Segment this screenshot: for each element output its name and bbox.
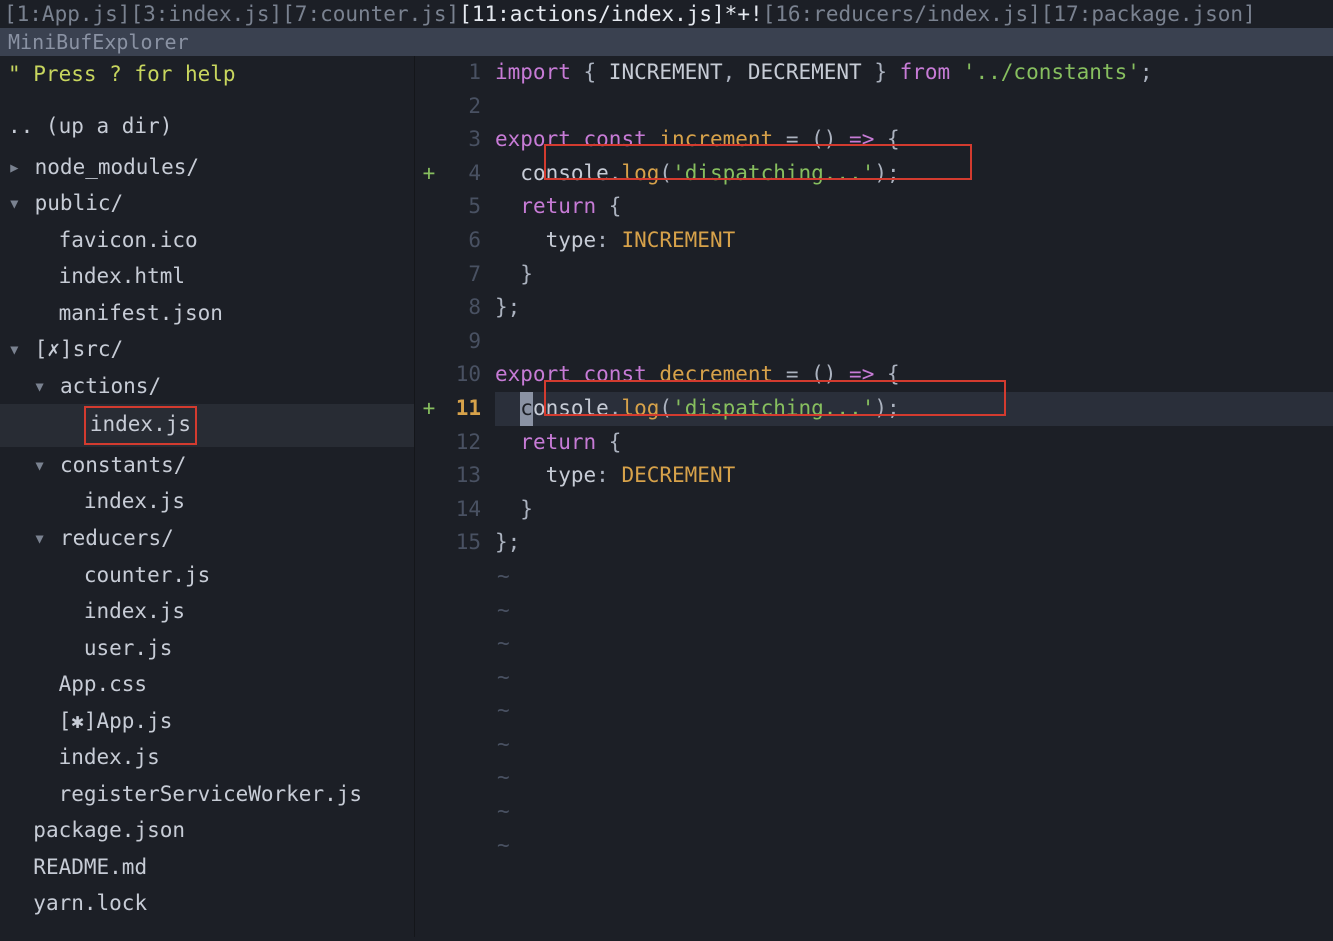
buffer-tab[interactable]: [17:package.json] [1041,2,1256,26]
tree-item[interactable]: package.json [0,812,414,849]
tree-item[interactable]: registerServiceWorker.js [0,776,414,813]
tree-item[interactable]: index.html [0,258,414,295]
tree-item[interactable]: README.md [0,849,414,886]
file-tree-panel: " Press ? for help .. (up a dir) ▸ node_m… [0,56,415,937]
tree-item[interactable]: counter.js [0,557,414,594]
code-line[interactable]: }; [495,291,1333,325]
tree-item[interactable]: [✱]App.js [0,703,414,740]
tree-item[interactable]: favicon.ico [0,222,414,259]
buffer-tabs[interactable]: [1:App.js][3:index.js][7:counter.js][11:… [0,0,1333,28]
code-line[interactable]: console.log('dispatching...'); [495,157,1333,191]
tree-item[interactable]: index.js [0,404,414,447]
code-line[interactable]: import { INCREMENT, DECREMENT } from '..… [495,56,1333,90]
tree-item[interactable]: ▾ constants/ [0,447,414,484]
tree-item[interactable]: ▾ actions/ [0,368,414,405]
code-area[interactable]: import { INCREMENT, DECREMENT } from '..… [483,56,1333,937]
line-number-gutter: 123456789101112131415 [443,56,483,937]
code-editor[interactable]: ++ 123456789101112131415 import { INCREM… [415,56,1333,937]
code-line[interactable] [495,325,1333,359]
minibuf-explorer-label: MiniBufExplorer [0,28,1333,56]
code-line[interactable]: type: INCREMENT [495,224,1333,258]
diff-gutter: ++ [415,56,443,937]
tree-item[interactable]: ▾ reducers/ [0,520,414,557]
code-line[interactable]: export const increment = () => { [495,123,1333,157]
tree-item[interactable]: ▸ node_modules/ [0,149,414,186]
code-line[interactable]: return { [495,426,1333,460]
tree-item[interactable]: index.js [0,593,414,630]
tree-item[interactable]: index.js [0,483,414,520]
code-line[interactable]: console.log('dispatching...'); [495,392,1333,426]
buffer-tab[interactable]: [3:index.js] [130,2,282,26]
buffer-tab[interactable]: [7:counter.js] [282,2,459,26]
buffer-tab[interactable]: [11:actions/index.js]*+! [459,2,762,26]
buffer-tab[interactable]: [1:App.js] [4,2,130,26]
tree-item[interactable]: index.js [0,739,414,776]
code-line[interactable]: return { [495,190,1333,224]
code-line[interactable]: } [495,258,1333,292]
code-line[interactable]: type: DECREMENT [495,459,1333,493]
tree-item[interactable]: user.js [0,630,414,667]
help-hint: " Press ? for help [0,60,414,88]
file-tree[interactable]: .. (up a dir) ▸ node_modules/▾ public/ fa… [0,88,414,922]
code-line[interactable] [495,90,1333,124]
tree-item[interactable]: ▾ [✗]src/ [0,331,414,368]
main-split: " Press ? for help .. (up a dir) ▸ node_m… [0,56,1333,937]
tree-item[interactable]: manifest.json [0,295,414,332]
code-line[interactable]: } [495,493,1333,527]
code-line[interactable]: }; [495,526,1333,560]
tree-item[interactable]: .. (up a dir) [0,108,414,145]
tree-item[interactable]: ▾ public/ [0,185,414,222]
tree-item[interactable]: yarn.lock [0,885,414,922]
buffer-tab[interactable]: [16:reducers/index.js] [763,2,1041,26]
tree-item[interactable]: App.css [0,666,414,703]
code-line[interactable]: export const decrement = () => { [495,358,1333,392]
